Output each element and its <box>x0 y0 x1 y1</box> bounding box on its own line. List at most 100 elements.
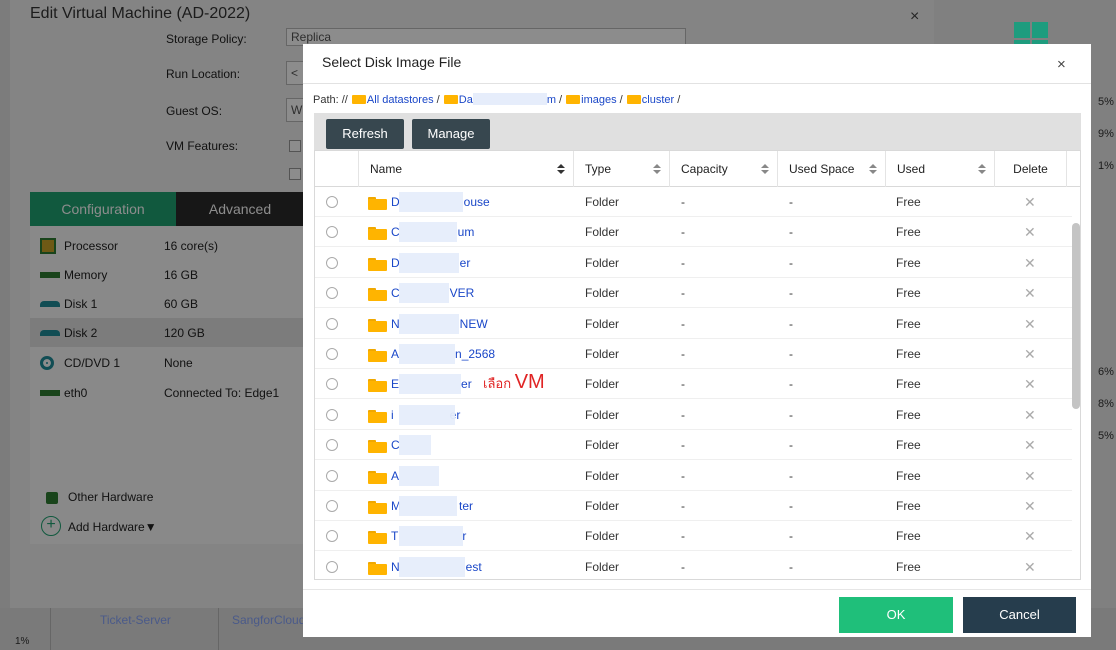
manage-button[interactable]: Manage <box>412 119 490 149</box>
delete-icon[interactable]: ✕ <box>1024 461 1036 491</box>
table-row[interactable]: Mter Folder - - Free ✕ <box>315 491 1072 521</box>
folder-icon <box>443 95 458 104</box>
row-radio[interactable] <box>326 196 338 208</box>
table-row[interactable]: Nest Folder - - Free ✕ <box>315 552 1072 579</box>
path-prefix: Path: // <box>313 94 348 106</box>
file-type: Folder <box>585 286 620 301</box>
delete-icon[interactable]: ✕ <box>1024 339 1036 369</box>
close-icon[interactable]: × <box>1057 56 1066 73</box>
file-capacity: - <box>681 438 685 453</box>
annotation-select-vm: เลือก VM <box>483 371 545 394</box>
delete-icon[interactable]: ✕ <box>1024 400 1036 430</box>
column-label: Capacity <box>681 162 728 176</box>
redacted-text <box>399 313 459 334</box>
breadcrumb-cluster[interactable]: cluster <box>642 94 674 106</box>
row-radio[interactable] <box>326 226 338 239</box>
file-used-space: - <box>789 225 793 240</box>
table-row[interactable]: Tr Folder - - Free ✕ <box>315 521 1072 552</box>
table-row[interactable]: i er Folder - - Free ✕ <box>315 400 1072 430</box>
column-header-used[interactable]: Used <box>886 151 995 187</box>
breadcrumb-all-datastores[interactable]: All datastores <box>367 94 434 106</box>
refresh-button[interactable]: Refresh <box>326 119 404 149</box>
ok-button[interactable]: OK <box>839 597 953 633</box>
file-used-space: - <box>789 347 793 361</box>
folder-icon <box>368 349 387 362</box>
table-row[interactable]: C Folder - - Free ✕ <box>315 430 1072 461</box>
bg-divider <box>218 605 219 650</box>
file-capacity: - <box>681 529 685 544</box>
file-used-status: Free <box>896 316 921 331</box>
table-row[interactable]: Cum Folder - - Free ✕ <box>315 217 1072 248</box>
toolbar: Refresh Manage <box>314 113 1081 150</box>
file-capacity: - <box>681 347 685 361</box>
breadcrumb-datastore-end[interactable]: m <box>547 94 556 106</box>
select-disk-image-title: Select Disk Image File <box>322 54 462 70</box>
bg-percent: 6% <box>1098 366 1114 378</box>
folder-icon <box>368 440 387 454</box>
row-radio[interactable] <box>326 439 338 452</box>
column-header-used-space[interactable]: Used Space <box>778 151 886 187</box>
row-radio[interactable] <box>326 408 338 421</box>
footer-divider <box>303 589 1091 590</box>
bg-percent: 5% <box>1098 430 1114 442</box>
folder-icon <box>368 318 387 332</box>
delete-icon[interactable]: ✕ <box>1024 309 1036 339</box>
row-radio[interactable] <box>326 469 338 482</box>
delete-icon[interactable]: ✕ <box>1024 430 1036 460</box>
file-used-status: Free <box>896 468 921 483</box>
delete-icon[interactable]: ✕ <box>1024 521 1036 551</box>
table-row[interactable]: C VER Folder - - Free ✕ <box>315 278 1072 309</box>
table-row[interactable]: Douse Folder - - Free ✕ <box>315 187 1072 217</box>
delete-icon[interactable]: ✕ <box>1024 248 1036 278</box>
file-used-status: Free <box>896 559 921 574</box>
delete-icon[interactable]: ✕ <box>1024 217 1036 247</box>
file-type: Folder <box>585 529 620 544</box>
delete-icon[interactable]: ✕ <box>1024 552 1036 579</box>
file-type: Folder <box>585 499 620 513</box>
file-used-status: Free <box>896 377 921 392</box>
redacted-text <box>399 283 449 304</box>
table-row[interactable]: N NEW Folder - - Free ✕ <box>315 309 1072 339</box>
file-used-space: - <box>789 316 793 331</box>
table-row[interactable]: An_2568 Folder - - Free ✕ <box>315 339 1072 369</box>
file-type: Folder <box>585 195 620 209</box>
column-header-name[interactable]: Name <box>359 151 574 187</box>
row-radio[interactable] <box>326 256 338 269</box>
file-type: Folder <box>585 407 620 422</box>
column-header-delete: Delete <box>995 151 1067 187</box>
folder-icon <box>626 95 641 104</box>
cancel-button[interactable]: Cancel <box>963 597 1076 633</box>
folder-icon <box>368 257 387 271</box>
annotation-vm: VM <box>514 371 545 393</box>
breadcrumb-images[interactable]: images <box>581 94 616 106</box>
bg-percent: 8% <box>1098 398 1114 410</box>
file-type: Folder <box>585 225 620 240</box>
row-radio[interactable] <box>326 317 338 330</box>
row-radio[interactable] <box>326 530 338 543</box>
row-radio[interactable] <box>326 560 338 573</box>
redacted-text <box>399 252 459 273</box>
sort-icon <box>978 164 986 175</box>
folder-icon <box>368 227 387 241</box>
row-radio[interactable] <box>326 348 338 360</box>
scrollbar[interactable] <box>1072 223 1080 409</box>
column-select <box>315 151 359 187</box>
column-header-capacity[interactable]: Capacity <box>670 151 778 187</box>
file-used-space: - <box>789 559 793 574</box>
table-row[interactable]: Eer Folder - - Free ✕ <box>315 369 1072 400</box>
delete-icon[interactable]: ✕ <box>1024 278 1036 308</box>
file-used-space: - <box>789 438 793 453</box>
breadcrumb-datastore[interactable]: Da <box>459 94 473 106</box>
sort-icon <box>869 164 877 175</box>
delete-icon[interactable]: ✕ <box>1024 187 1036 217</box>
delete-icon[interactable]: ✕ <box>1024 369 1036 399</box>
table-row[interactable]: A Folder - - Free ✕ <box>315 461 1072 491</box>
table-row[interactable]: Der Folder - - Free ✕ <box>315 248 1072 278</box>
column-header-type[interactable]: Type <box>574 151 670 187</box>
row-radio[interactable] <box>326 500 338 512</box>
row-radio[interactable] <box>326 378 338 391</box>
folder-icon <box>351 95 366 104</box>
delete-icon[interactable]: ✕ <box>1024 491 1036 521</box>
row-radio[interactable] <box>326 287 338 300</box>
folder-icon <box>368 288 387 302</box>
